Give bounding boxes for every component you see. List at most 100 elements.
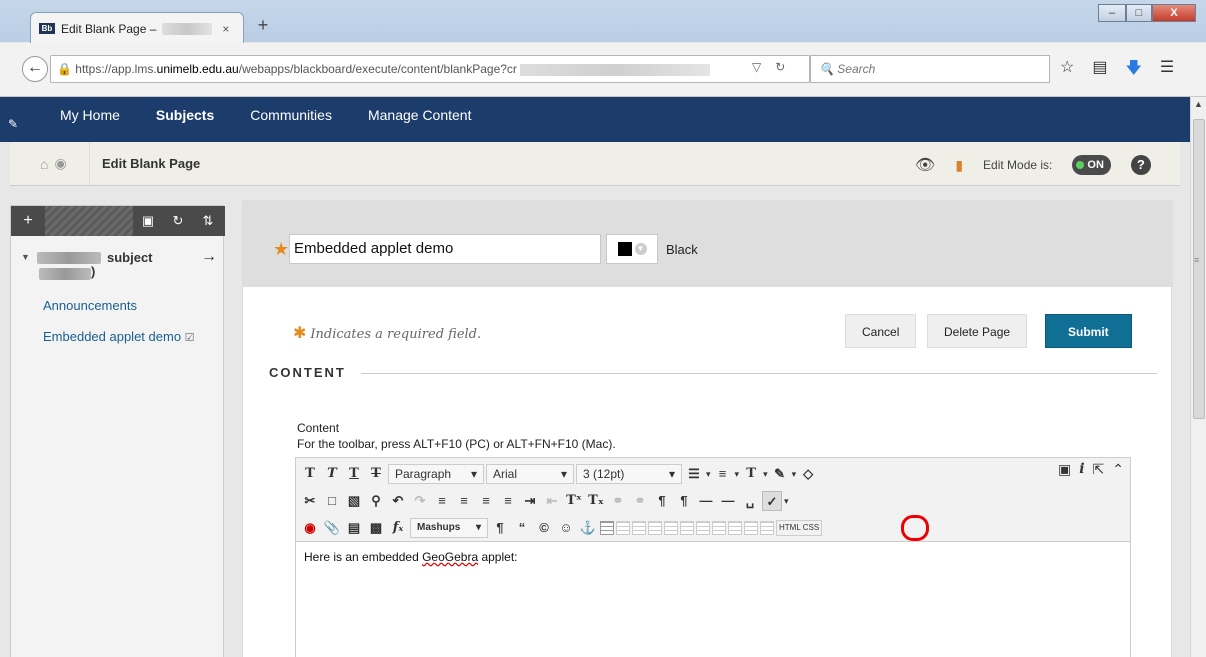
italic-icon[interactable]: T	[322, 464, 342, 484]
dropdown-arrow-icon[interactable]: ▽	[752, 60, 761, 74]
reload-icon[interactable]: ↻	[775, 60, 785, 74]
row-after-icon[interactable]	[664, 521, 678, 535]
nav-subjects[interactable]: Subjects	[156, 107, 214, 123]
minimize-button[interactable]: –	[1098, 4, 1126, 22]
bullet-list-icon[interactable]: ☰	[684, 464, 704, 484]
superscript-icon[interactable]: Tˣ	[564, 491, 584, 511]
delete-table-icon[interactable]	[632, 521, 646, 535]
quick-edit-pencil-icon[interactable]: ✎	[8, 117, 18, 131]
underline-icon[interactable]: T	[344, 464, 364, 484]
menu-icon[interactable]: ☰	[1160, 57, 1174, 84]
chevron-down-icon[interactable]: ▾	[763, 469, 768, 480]
math-formula-icon[interactable]: fₓ	[388, 518, 408, 538]
maximize-button[interactable]: □	[1126, 4, 1152, 22]
spellcheck-icon[interactable]: ✓	[762, 491, 782, 511]
folder-view-icon[interactable]: ▣	[133, 213, 163, 229]
chevron-down-icon[interactable]: ▾	[735, 469, 740, 480]
record-icon[interactable]: ◉	[300, 518, 320, 538]
attach-file-icon[interactable]: 📎	[322, 518, 342, 538]
help-icon[interactable]: ?	[1130, 155, 1151, 175]
browser-search-input[interactable]: 🔍 Search	[810, 55, 1050, 83]
delete-page-button[interactable]: Delete Page	[927, 314, 1028, 348]
bookmark-star-icon[interactable]: ☆	[1060, 57, 1074, 84]
html-css-button[interactable]: HTML CSS	[776, 520, 823, 536]
find-icon[interactable]: ⚲	[366, 491, 386, 511]
font-select[interactable]: Arial ▾	[486, 464, 574, 484]
copy-icon[interactable]: □	[322, 491, 342, 511]
back-arrow-icon[interactable]: ←	[22, 56, 48, 82]
chevron-down-icon[interactable]: ▾	[792, 469, 797, 480]
subscript-icon[interactable]: Tₓ	[586, 491, 606, 511]
insert-image-icon[interactable]: ▤	[344, 518, 364, 538]
course-enter-arrow-icon[interactable]: →	[201, 248, 217, 266]
highlight-pen-icon[interactable]: ✎	[770, 464, 790, 484]
horizontal-rule-icon[interactable]: —	[696, 491, 716, 511]
tab-close-icon[interactable]: ×	[222, 22, 229, 36]
outdent-icon[interactable]: ⇤	[542, 491, 562, 511]
chevron-down-icon[interactable]: ▾	[706, 469, 711, 480]
delete-col-icon[interactable]	[728, 521, 742, 535]
insert-media-icon[interactable]: ▩	[366, 518, 386, 538]
special-character-icon[interactable]: ©	[534, 518, 554, 538]
split-cells-icon[interactable]	[744, 521, 758, 535]
student-preview-icon[interactable]: 👁	[915, 155, 935, 175]
browser-tab[interactable]: Bb Edit Blank Page – ×	[30, 12, 244, 44]
paragraph-select[interactable]: Paragraph ▾	[388, 464, 484, 484]
editor-body[interactable]: Here is an embedded GeoGebra applet:	[304, 550, 518, 564]
close-window-button[interactable]: X	[1152, 4, 1196, 22]
url-bar[interactable]: 🔒 https://app.lms.unimelb.edu.au/webapps…	[50, 55, 810, 83]
numbered-list-icon[interactable]: ≡	[713, 464, 733, 484]
scroll-up-arrow-icon[interactable]: ▲	[1194, 99, 1203, 109]
undo-icon[interactable]: ↶	[388, 491, 408, 511]
indent-icon[interactable]: ⇥	[520, 491, 540, 511]
cancel-button[interactable]: Cancel	[845, 314, 917, 348]
justify-icon[interactable]: ≡	[498, 491, 518, 511]
breadcrumb-home[interactable]: ⌂ ◉	[10, 141, 90, 186]
fullscreen-icon[interactable]: ⇱	[1093, 461, 1105, 478]
align-left-icon[interactable]: ≡	[432, 491, 452, 511]
download-icon[interactable]: 🡇	[1125, 57, 1141, 84]
delete-row-icon[interactable]	[680, 521, 694, 535]
collapse-toolbar-icon[interactable]: ⌃	[1112, 461, 1124, 478]
horizontal-rule-thick-icon[interactable]: —	[718, 491, 738, 511]
merge-cells-icon[interactable]	[760, 521, 774, 535]
link-icon[interactable]: ⚭	[608, 491, 628, 511]
ltr-icon[interactable]: ¶	[652, 491, 672, 511]
title-color-picker[interactable]: ▼	[606, 234, 658, 264]
table-properties-icon[interactable]	[616, 521, 630, 535]
reorder-icon[interactable]: ⇅	[193, 213, 223, 229]
redo-icon[interactable]: ↷	[410, 491, 430, 511]
align-right-icon[interactable]: ≡	[476, 491, 496, 511]
cut-icon[interactable]: ✂	[300, 491, 320, 511]
strikethrough-icon[interactable]: T	[366, 464, 386, 484]
reading-list-icon[interactable]: ▤	[1092, 57, 1107, 84]
nonbreaking-space-icon[interactable]: ␣	[740, 491, 760, 511]
new-tab-button[interactable]: +	[252, 14, 274, 36]
blockquote-icon[interactable]: “	[512, 518, 532, 538]
nav-communities[interactable]: Communities	[250, 107, 332, 123]
add-menu-item-icon[interactable]: +	[11, 212, 45, 230]
info-icon[interactable]: i	[1079, 461, 1084, 478]
edit-mode-toggle[interactable]: ON	[1072, 155, 1111, 175]
col-after-icon[interactable]	[712, 521, 726, 535]
rtl-icon[interactable]: ¶	[674, 491, 694, 511]
menu-link-announcements[interactable]: Announcements	[43, 298, 137, 313]
preview-icon[interactable]: ▣	[1058, 461, 1071, 478]
font-size-select[interactable]: 3 (12pt) ▾	[576, 464, 682, 484]
content-report-icon[interactable]: ▮	[955, 157, 963, 174]
emoticon-icon[interactable]: ☺	[556, 518, 576, 538]
menu-link-embedded-applet-demo[interactable]: Embedded applet demo ☑	[43, 329, 195, 344]
col-before-icon[interactable]	[696, 521, 710, 535]
row-before-icon[interactable]	[648, 521, 662, 535]
page-scrollbar[interactable]: ▲ ≡	[1190, 97, 1206, 657]
nav-my-home[interactable]: My Home	[60, 107, 120, 123]
course-title[interactable]: subject	[23, 250, 223, 265]
anchor-icon[interactable]: ⚓	[578, 518, 598, 538]
paste-icon[interactable]: ▧	[344, 491, 364, 511]
paragraph-mark-icon[interactable]: ¶	[490, 518, 510, 538]
chevron-down-icon[interactable]: ▾	[784, 496, 789, 507]
refresh-icon[interactable]: ↻	[163, 213, 193, 229]
bold-icon[interactable]: T	[300, 464, 320, 484]
nav-manage-content[interactable]: Manage Content	[368, 107, 472, 123]
unlink-icon[interactable]: ⚭	[630, 491, 650, 511]
